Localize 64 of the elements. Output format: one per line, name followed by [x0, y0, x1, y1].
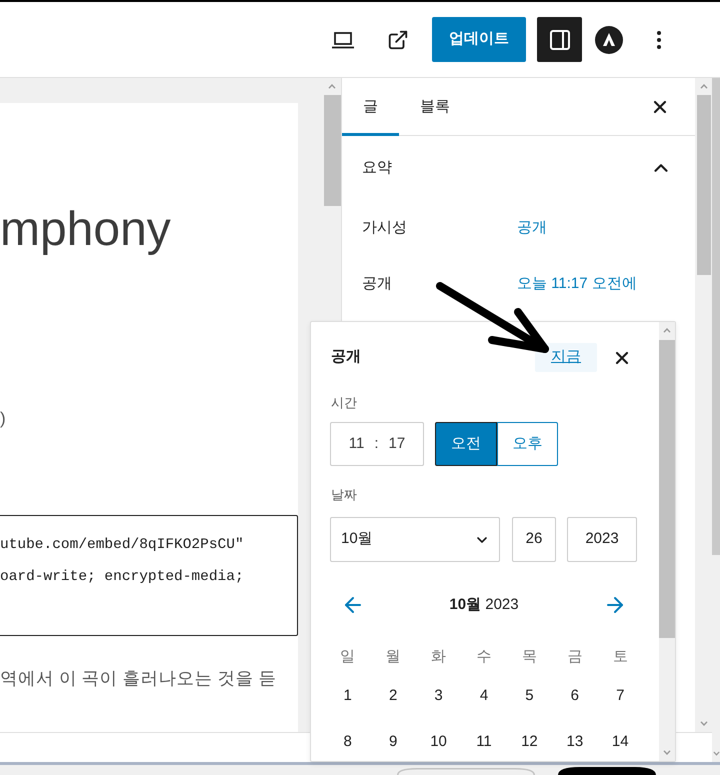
weekday-label: 토 [612, 647, 628, 667]
day-field[interactable]: 26 [512, 517, 556, 562]
year-field[interactable]: 2023 [567, 517, 637, 562]
day-button[interactable]: 12 [513, 726, 546, 758]
weekday-label: 화 [431, 647, 446, 667]
scroll-down-icon[interactable] [663, 750, 671, 755]
weekday-label: 일 [340, 647, 356, 667]
setting-label: 공개 [362, 274, 393, 294]
day-button[interactable]: 7 [604, 680, 636, 712]
weekday-label: 월 [386, 647, 401, 667]
meridiem-option[interactable]: 오전 [435, 422, 497, 466]
month-select[interactable]: 10월 [330, 517, 500, 562]
post-title: mphony [0, 202, 172, 258]
day-button[interactable]: 13 [558, 726, 591, 758]
scroll-down-icon[interactable] [712, 751, 720, 756]
scroll-up-icon[interactable] [328, 84, 336, 89]
update-button[interactable]: 업데이트 [432, 17, 526, 62]
day-button[interactable]: 4 [468, 680, 500, 712]
sidebar-tab[interactable]: 글 [342, 78, 399, 136]
setting-value-link[interactable]: 오늘 11:17 오전에 [517, 272, 637, 296]
day-button[interactable]: 10 [422, 726, 455, 758]
scroll-up-icon[interactable] [663, 328, 671, 333]
scrollbar-thumb[interactable] [712, 78, 720, 555]
panel-header[interactable]: 요약 [342, 136, 695, 200]
field-label: 날짜 [331, 487, 357, 503]
scrollbar-thumb[interactable] [324, 95, 340, 206]
meridiem-option[interactable]: 오후 [497, 422, 558, 466]
logo-icon[interactable] [595, 26, 623, 54]
more-options-icon [657, 30, 661, 48]
day-button[interactable]: 8 [332, 726, 364, 758]
text-fragment: ) [0, 408, 6, 430]
day-button[interactable]: 6 [558, 680, 591, 712]
day-button[interactable]: 1 [332, 680, 364, 712]
cut-off-button[interactable] [558, 767, 656, 775]
setting-label: 가시성 [362, 218, 408, 238]
external-link-icon [387, 28, 409, 50]
scrollbar-thumb[interactable] [659, 340, 675, 638]
setting-value-link[interactable]: 공개 [517, 216, 547, 240]
laptop-icon [331, 30, 355, 48]
day-button[interactable]: 5 [513, 680, 546, 712]
code-line: utube.com/embed/8qIFKO2PsCU" [0, 536, 244, 555]
weekday-label: 수 [476, 647, 492, 667]
settings-toggle-button[interactable] [537, 17, 582, 62]
paragraph-text: 역에서 이 곡이 흘러나오는 것을 듣 [0, 667, 276, 690]
time-separator: : [374, 434, 379, 454]
weekday-label: 금 [567, 647, 582, 667]
sidebar-tab[interactable]: 블록 [399, 78, 471, 136]
day-button[interactable]: 9 [377, 726, 410, 758]
day-button[interactable]: 14 [604, 726, 636, 758]
popover-title: 공개 [331, 347, 361, 368]
minutes-input[interactable]: 17 [386, 432, 408, 456]
scroll-down-icon[interactable] [700, 721, 708, 726]
field-label: 시간 [331, 395, 357, 411]
hours-input[interactable]: 11 [346, 432, 366, 456]
scroll-up-icon[interactable] [700, 84, 708, 89]
calendar-month-title: 10월 2023 [449, 594, 519, 615]
now-button[interactable]: 지금 [535, 343, 597, 372]
sidebar-panel-icon [548, 28, 572, 52]
day-button[interactable]: 11 [468, 726, 500, 758]
scrollbar-thumb[interactable] [696, 95, 710, 275]
day-button[interactable]: 3 [422, 680, 455, 712]
code-line: oard-write; encrypted-media; [0, 568, 244, 587]
day-button[interactable]: 2 [377, 680, 410, 712]
weekday-label: 목 [522, 647, 537, 667]
